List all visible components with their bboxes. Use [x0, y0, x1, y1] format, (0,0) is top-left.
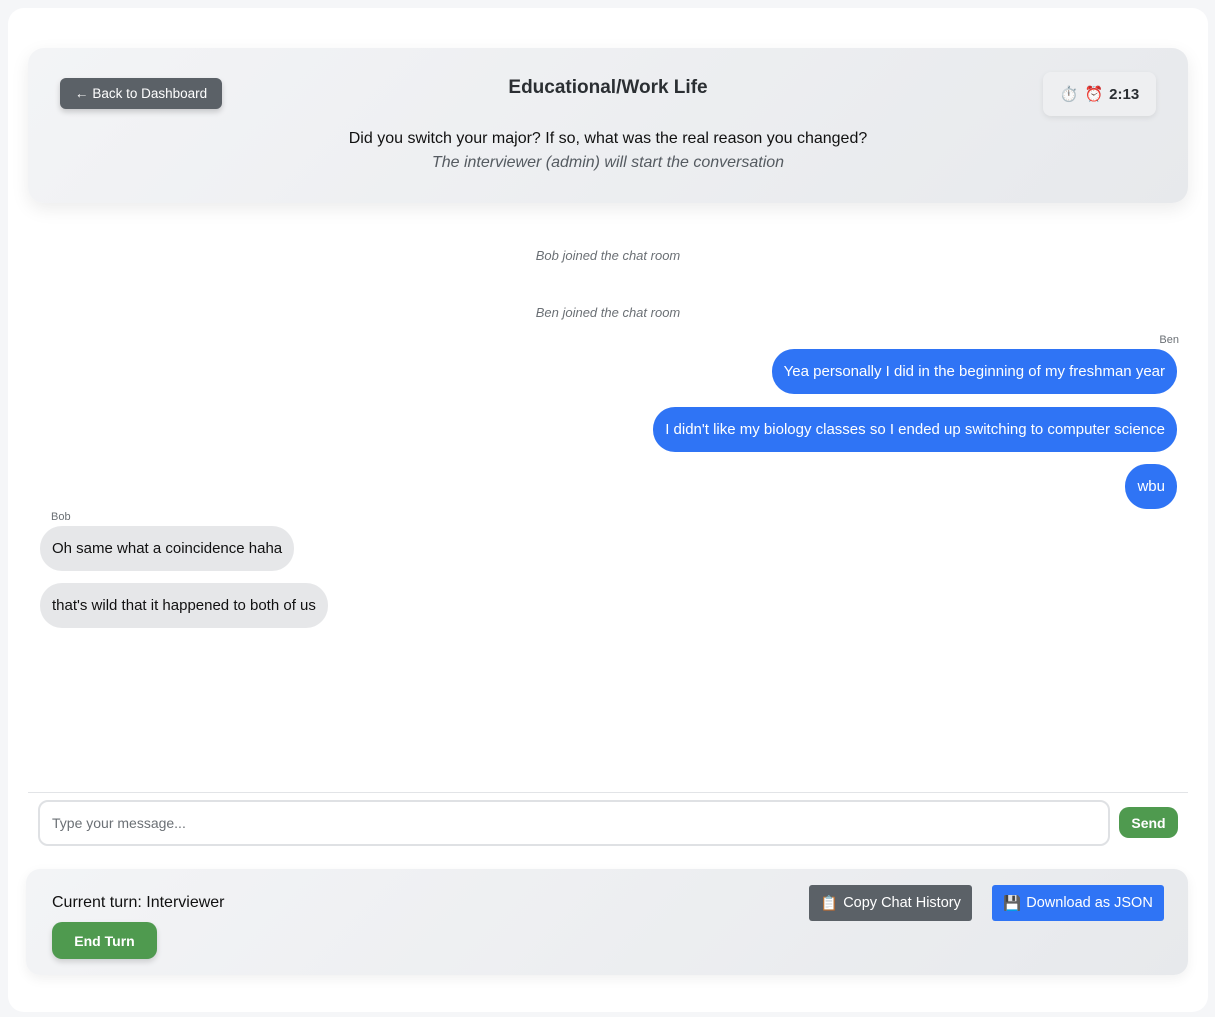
send-button[interactable]: Send	[1119, 807, 1178, 838]
download-json-button[interactable]: 💾 Download as JSON	[992, 885, 1164, 921]
topic-header: ← Back to Dashboard Educational/Work Lif…	[28, 48, 1188, 203]
timer-value: 2:13	[1109, 85, 1140, 103]
topic-note: The interviewer (admin) will start the c…	[431, 154, 785, 171]
sender-name-ben: Ben	[1159, 334, 1179, 346]
chat-page-container: ← Back to Dashboard Educational/Work Lif…	[8, 8, 1208, 1012]
incoming-message-bubble: that's wild that it happened to both of …	[40, 583, 328, 628]
message-input[interactable]	[38, 800, 1110, 846]
copy-button-label: Copy Chat History	[843, 895, 961, 911]
current-turn-text: Current turn: Interviewer	[52, 894, 225, 911]
incoming-message-bubble: Oh same what a coincidence haha	[40, 526, 295, 571]
floppy-disk-icon: 💾	[1003, 895, 1022, 912]
topic-question: Did you switch your major? If so, what w…	[348, 130, 868, 147]
download-button-label: Download as JSON	[1026, 895, 1153, 911]
end-turn-button[interactable]: End Turn	[52, 922, 157, 959]
alarm-clock-icon: ⏰	[1084, 86, 1104, 103]
outgoing-message-bubble: I didn't like my biology classes so I en…	[653, 407, 1177, 452]
copy-chat-history-button[interactable]: 📋 Copy Chat History	[809, 885, 972, 921]
stopwatch-icon: ⏱️	[1059, 86, 1079, 103]
outgoing-message-bubble: Yea personally I did in the beginning of…	[771, 349, 1177, 394]
system-message: Bob joined the chat room	[535, 248, 681, 263]
system-message: Ben joined the chat room	[535, 305, 681, 320]
composer-divider	[28, 792, 1188, 793]
topic-title: Educational/Work Life	[508, 77, 708, 98]
outgoing-message-bubble: wbu	[1125, 464, 1177, 509]
turn-controls-panel: Current turn: Interviewer End Turn 📋 Cop…	[26, 869, 1188, 975]
clipboard-icon: 📋	[820, 895, 839, 912]
sender-name-bob: Bob	[51, 511, 71, 523]
timer-display: ⏱️ ⏰ 2:13	[1043, 72, 1156, 116]
